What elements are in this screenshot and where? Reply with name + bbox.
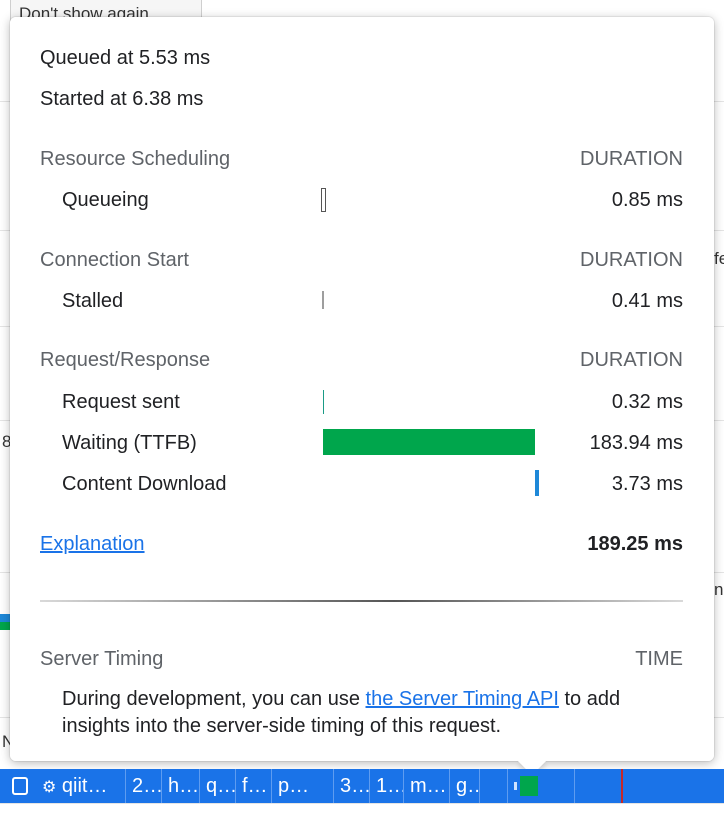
server-timing-description: During development, you can use the Serv… [62, 686, 682, 740]
name-cell-text: qiit… [61, 775, 108, 797]
waterfall-queue-mark [514, 782, 517, 790]
duration-header: DURATION [580, 349, 683, 371]
desc-text: During development, you can use [62, 688, 366, 710]
time-header: TIME [635, 648, 683, 670]
section-title-request-response: Request/Response [40, 349, 211, 371]
table-cell[interactable]: 2… [126, 769, 162, 803]
bg-divider [0, 803, 724, 804]
table-cell[interactable]: m… [404, 769, 450, 803]
table-cell[interactable]: 3… [334, 769, 370, 803]
total-duration: 189.25 ms [587, 533, 683, 555]
started-at: Started at 6.38 ms [40, 88, 204, 110]
row-value-waiting-ttfb: 183.94 ms [589, 432, 683, 454]
waiting-ttfb-bar [323, 429, 535, 455]
row-value-content-download: 3.73 ms [611, 473, 683, 495]
section-title-server-timing: Server Timing [40, 648, 164, 670]
bg-waterfall-bar [0, 622, 10, 630]
row-value-request-sent: 0.32 ms [611, 391, 683, 413]
request-sent-bar [323, 390, 324, 414]
bg-text-fragment: fe [714, 249, 724, 268]
server-timing-api-link[interactable]: the Server Timing API [366, 688, 559, 710]
table-cell[interactable]: g… [450, 769, 480, 803]
timing-popover: Queued at 5.53 ms Started at 6.38 ms Res… [10, 17, 714, 761]
queueing-bar [321, 188, 326, 212]
row-label-stalled: Stalled [62, 290, 124, 312]
table-cell[interactable]: 1… [370, 769, 404, 803]
explanation-link[interactable]: Explanation [40, 532, 145, 556]
stalled-bar [322, 291, 324, 309]
duration-header: DURATION [580, 148, 683, 170]
table-cell[interactable]: p… [272, 769, 334, 803]
table-cell[interactable]: q… [200, 769, 236, 803]
selected-request-row[interactable]: ⚙ qiit… 2… h… q… f… p… 3… 1… m… g… [0, 769, 724, 803]
table-cell[interactable]: h… [162, 769, 200, 803]
row-value-queueing: 0.85 ms [611, 189, 683, 211]
duration-header: DURATION [580, 249, 683, 271]
bg-text-fragment: n [714, 580, 724, 599]
load-event-line [621, 769, 623, 803]
waterfall-cell[interactable] [508, 769, 724, 803]
content-download-bar [535, 470, 539, 496]
queued-at: Queued at 5.53 ms [40, 47, 211, 69]
row-label-request-sent: Request sent [62, 391, 180, 413]
row-checkbox[interactable] [12, 777, 28, 795]
waterfall-bar [520, 776, 538, 796]
waterfall-gridline [574, 769, 575, 803]
row-label-waiting-ttfb: Waiting (TTFB) [62, 432, 197, 454]
row-value-stalled: 0.41 ms [611, 290, 683, 312]
table-cell[interactable]: f… [236, 769, 272, 803]
table-cell[interactable] [480, 769, 508, 803]
section-title-resource-scheduling: Resource Scheduling [40, 148, 231, 170]
gear-icon: ⚙ [42, 779, 57, 796]
row-label-content-download: Content Download [62, 473, 227, 495]
row-label-queueing: Queueing [62, 189, 149, 211]
bg-waterfall-bar [0, 614, 10, 622]
section-title-connection-start: Connection Start [40, 249, 189, 271]
name-cell[interactable]: ⚙ qiit… [36, 769, 126, 803]
section-divider [40, 600, 683, 602]
